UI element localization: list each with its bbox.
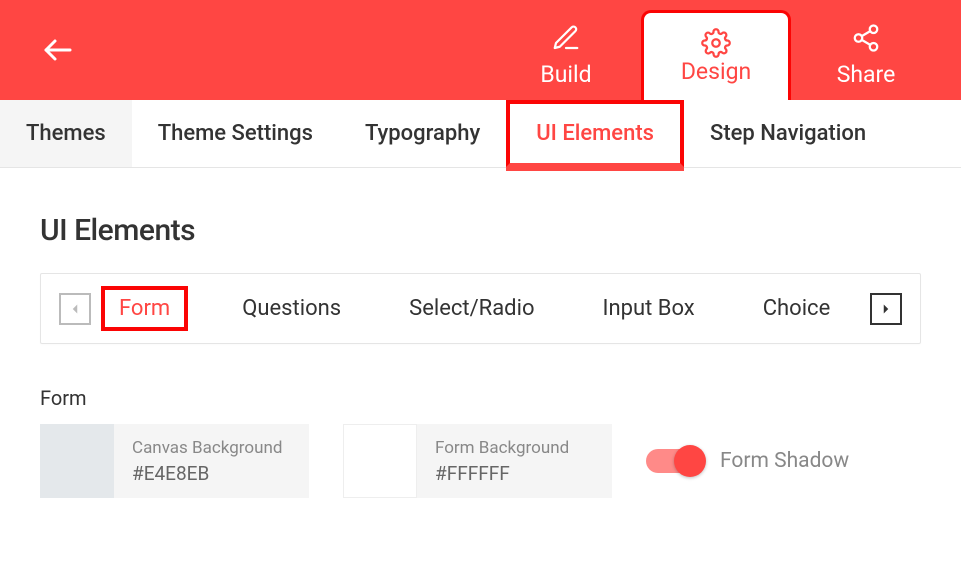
canvas-background-label: Canvas Background: [132, 438, 291, 458]
tab-choice[interactable]: Choice: [749, 290, 845, 327]
subnav-themes[interactable]: Themes: [0, 100, 132, 167]
canvas-background-picker[interactable]: Canvas Background #E4E8EB: [40, 424, 309, 498]
back-button[interactable]: [40, 32, 76, 68]
edit-icon: [551, 23, 581, 53]
tab-share[interactable]: Share: [791, 10, 941, 100]
toggle-knob: [674, 445, 706, 477]
tab-select-radio[interactable]: Select/Radio: [395, 290, 548, 327]
content-area: UI Elements Form Questions Select/Radio …: [0, 168, 961, 543]
form-shadow-toggle-group: Form Shadow: [646, 449, 849, 473]
tab-share-label: Share: [837, 61, 896, 88]
canvas-background-swatch: [40, 424, 114, 498]
arrow-right-icon: [877, 300, 895, 318]
form-shadow-toggle[interactable]: [646, 449, 704, 473]
page-title: UI Elements: [40, 213, 921, 248]
scroll-left-button[interactable]: [59, 293, 91, 325]
element-tabs: Form Questions Select/Radio Input Box Ch…: [91, 286, 870, 331]
form-background-swatch: [343, 424, 417, 498]
subnav-theme-settings[interactable]: Theme Settings: [132, 100, 339, 167]
canvas-background-info: Canvas Background #E4E8EB: [114, 424, 309, 498]
design-subnav: Themes Theme Settings Typography UI Elem…: [0, 100, 961, 168]
canvas-background-value: #E4E8EB: [132, 462, 291, 485]
form-background-value: #FFFFFF: [435, 462, 594, 485]
app-header: Build Design Share: [0, 0, 961, 100]
subnav-typography[interactable]: Typography: [339, 100, 506, 167]
form-settings-row: Canvas Background #E4E8EB Form Backgroun…: [40, 424, 921, 498]
share-icon: [851, 23, 881, 53]
tab-input-box[interactable]: Input Box: [589, 290, 709, 327]
form-background-info: Form Background #FFFFFF: [417, 424, 612, 498]
tab-build[interactable]: Build: [491, 10, 641, 100]
arrow-left-icon: [66, 300, 84, 318]
scroll-right-button[interactable]: [870, 293, 902, 325]
header-tabs: Build Design Share: [491, 0, 941, 100]
element-tab-strip: Form Questions Select/Radio Input Box Ch…: [40, 273, 921, 344]
form-background-picker[interactable]: Form Background #FFFFFF: [343, 424, 612, 498]
subnav-step-navigation[interactable]: Step Navigation: [684, 100, 892, 167]
form-shadow-label: Form Shadow: [720, 449, 849, 473]
tab-design-label: Design: [681, 58, 751, 85]
form-background-label: Form Background: [435, 438, 594, 458]
tab-form[interactable]: Form: [101, 286, 188, 331]
tab-questions[interactable]: Questions: [228, 290, 355, 327]
arrow-left-icon: [40, 32, 76, 68]
gear-icon: [681, 28, 751, 58]
tab-build-label: Build: [540, 61, 591, 88]
tab-design[interactable]: Design: [641, 10, 791, 100]
subnav-ui-elements[interactable]: UI Elements: [506, 100, 684, 167]
section-label-form: Form: [40, 386, 921, 410]
